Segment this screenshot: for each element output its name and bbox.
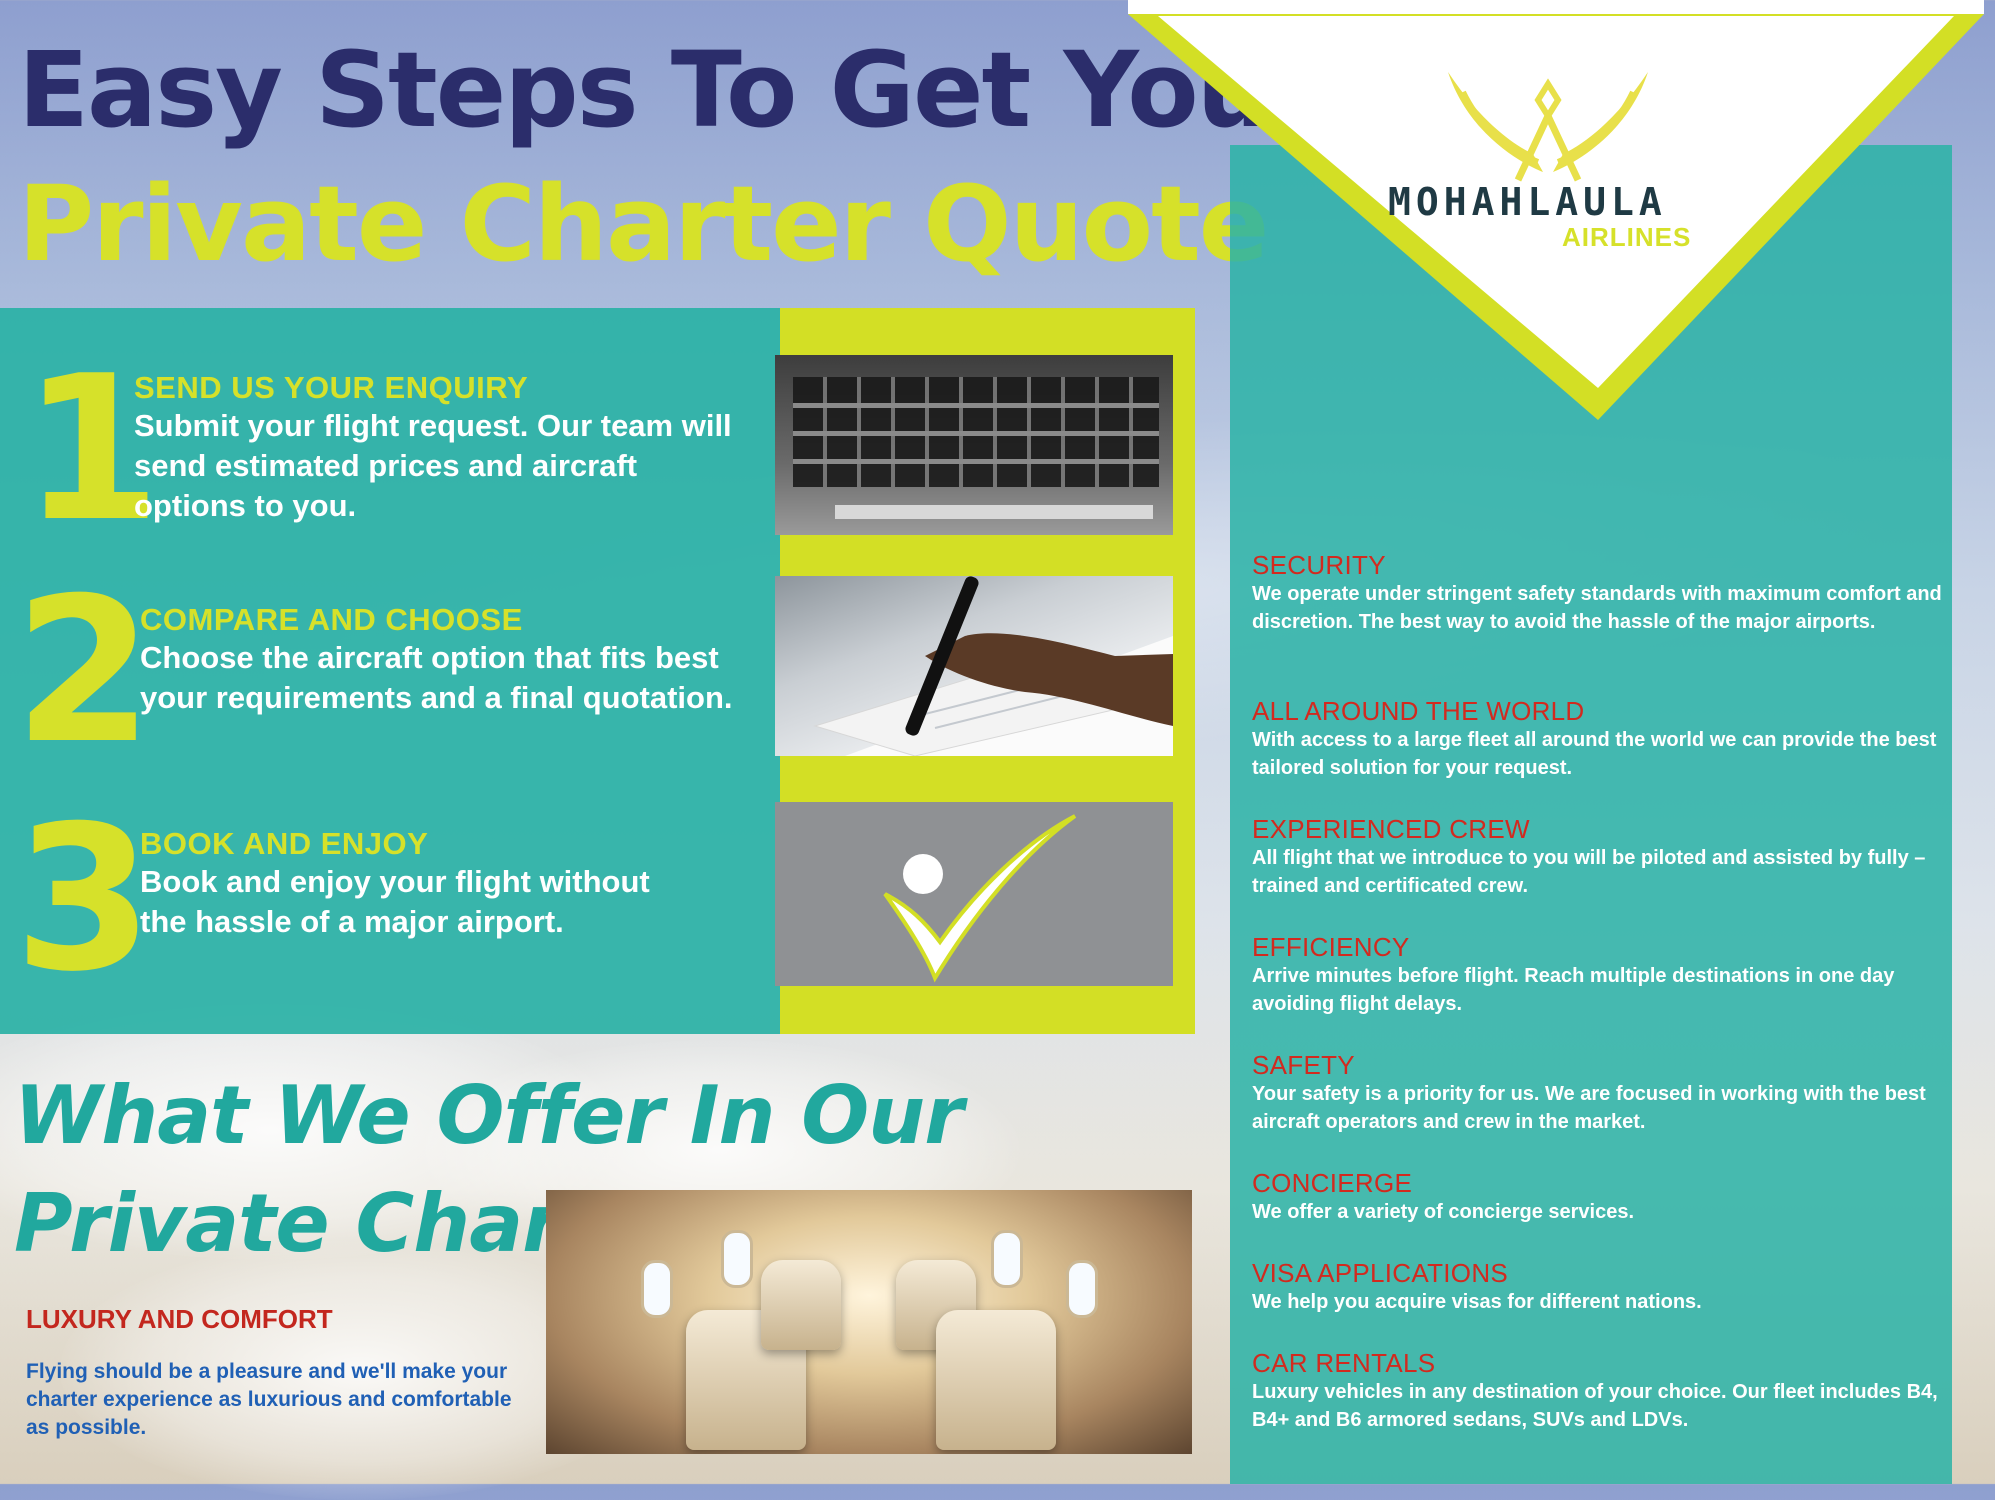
feature-item: ALL AROUND THE WORLD With access to a la… [1252,696,1942,782]
cabin-window [721,1230,753,1288]
writing-image [775,576,1173,756]
hand-pen-icon [813,576,1173,756]
luxury-title: LUXURY AND COMFORT [26,1304,333,1334]
step-3-number: 3 [14,783,154,1016]
feature-description: Luxury vehicles in any destination of yo… [1252,1381,1938,1431]
luxury-description: Flying should be a pleasure and we'll ma… [26,1360,512,1439]
feature-item: EXPERIENCED CREW All flight that we intr… [1252,814,1942,900]
headline-line-1: Easy Steps To Get Your [18,29,1320,151]
feature-item: SAFETY Your safety is a priority for us.… [1252,1050,1942,1136]
feature-description: With access to a large fleet all around … [1252,729,1937,779]
feature-item: CAR RENTALS Luxury vehicles in any desti… [1252,1348,1942,1434]
feature-title: SECURITY [1252,550,1386,580]
feature-title: CAR RENTALS [1252,1348,1436,1378]
feature-description: Arrive minutes before flight. Reach mult… [1252,965,1895,1015]
keyboard-trackbar [835,505,1153,519]
brand-name: MOHAHLAULA [1388,180,1667,224]
keyboard-image [775,355,1173,535]
feature-description: We offer a variety of concierge services… [1252,1201,1635,1223]
step-3-title: BOOK AND ENJOY [140,826,429,861]
feature-item: SECURITY We operate under stringent safe… [1252,550,1942,636]
checkmark-icon [883,814,1077,983]
feature-description: We help you acquire visas for different … [1252,1291,1702,1313]
step-2-title: COMPARE AND CHOOSE [140,602,523,637]
feature-title: ALL AROUND THE WORLD [1252,696,1585,726]
feature-title: VISA APPLICATIONS [1252,1258,1509,1288]
keyboard-row [793,459,1159,464]
cabin-seat [936,1310,1056,1450]
feature-description: Your safety is a priority for us. We are… [1252,1083,1926,1133]
step-2-number: 2 [14,555,154,788]
keyboard-row [793,431,1159,436]
feature-description: We operate under stringent safety standa… [1252,583,1942,633]
headline-line-2: Private Charter Quote [18,163,1269,285]
cabin-window [1066,1260,1098,1318]
step-1-title: SEND US YOUR ENQUIRY [134,370,529,405]
feature-item: CONCIERGE We offer a variety of concierg… [1252,1168,1942,1226]
feature-title: SAFETY [1252,1050,1355,1080]
checkmark-image [775,802,1173,986]
keyboard-row [793,403,1159,408]
feature-title: CONCIERGE [1252,1168,1413,1198]
feature-title: EFFICIENCY [1252,932,1410,962]
feature-title: EXPERIENCED CREW [1252,814,1530,844]
feature-description: All flight that we introduce to you will… [1252,847,1926,897]
winged-emblem-icon [1448,72,1648,182]
cabin-image [546,1190,1192,1454]
step-3-description: Book and enjoy your flight without the h… [140,864,650,939]
cabin-seat [761,1260,841,1350]
feature-item: EFFICIENCY Arrive minutes before flight.… [1252,932,1942,1018]
cabin-window [641,1260,673,1318]
step-2-description: Choose the aircraft option that fits bes… [140,640,733,715]
feature-item: VISA APPLICATIONS We help you acquire vi… [1252,1258,1942,1316]
brand-subtitle: AIRLINES [1562,222,1692,252]
cabin-window [991,1230,1023,1288]
step-1-description: Submit your flight request. Our team wil… [134,408,732,523]
